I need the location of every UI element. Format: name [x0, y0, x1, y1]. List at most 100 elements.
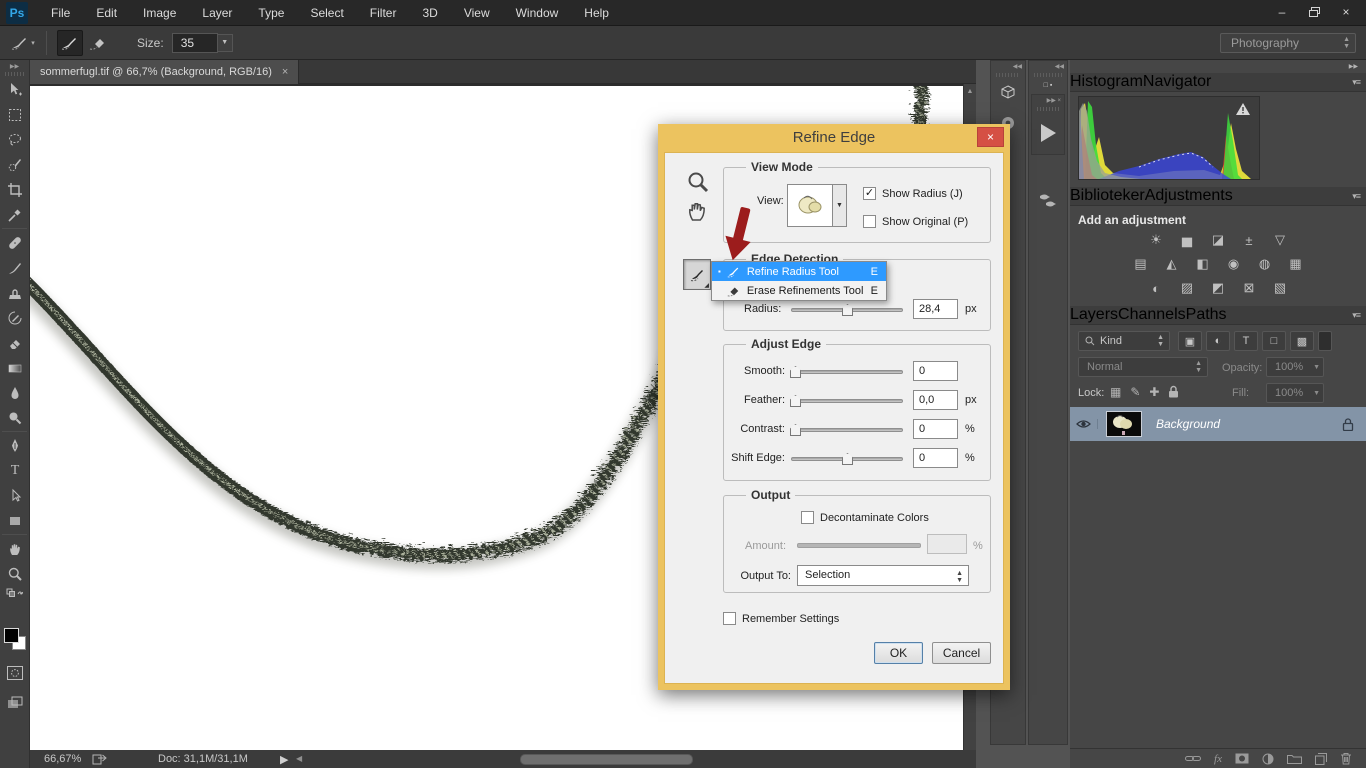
close-button[interactable]: ×: [1332, 3, 1360, 21]
brush-tool[interactable]: [0, 255, 30, 280]
histogram-warning-icon[interactable]: [1235, 102, 1251, 116]
dialog-zoom-tool-icon[interactable]: [687, 171, 709, 193]
tab-paths[interactable]: Paths: [1186, 306, 1227, 324]
eyedropper-tool[interactable]: [0, 202, 30, 227]
tab-channels[interactable]: Channels: [1118, 306, 1186, 324]
minimize-button[interactable]: –: [1268, 3, 1296, 21]
show-radius-checkbox[interactable]: ✓: [863, 187, 876, 200]
new-adjustment-layer-icon[interactable]: [1262, 753, 1274, 765]
lasso-tool[interactable]: [0, 127, 30, 152]
menu-layer[interactable]: Layer: [189, 0, 245, 26]
layer-thumbnail[interactable]: [1106, 411, 1142, 437]
decontaminate-colors-checkbox[interactable]: [801, 511, 814, 524]
opacity-dropdown[interactable]: 100% ▼: [1266, 357, 1324, 377]
brightness-contrast-icon[interactable]: ☀: [1144, 231, 1168, 249]
lock-all-icon[interactable]: [1168, 385, 1179, 399]
collapse-panels-icon[interactable]: ▶▶: [1070, 60, 1366, 73]
layer-filter-kind-dropdown[interactable]: Kind ▲▼: [1078, 331, 1170, 351]
lock-image-pixels-icon[interactable]: ✎: [1130, 385, 1140, 399]
contrast-value[interactable]: 0: [913, 419, 958, 439]
screen-mode-button[interactable]: [0, 690, 30, 715]
tab-navigator[interactable]: Navigator: [1143, 73, 1211, 91]
rectangular-marquee-tool[interactable]: [0, 102, 30, 127]
panel-menu-icon[interactable]: ▾≡: [1352, 77, 1360, 88]
clone-stamp-tool[interactable]: [0, 280, 30, 305]
layer-row-background[interactable]: Background: [1070, 407, 1366, 441]
black-white-icon[interactable]: ◧: [1191, 255, 1215, 273]
contrast-slider[interactable]: [791, 428, 903, 432]
panel-menu-icon[interactable]: ▾≡: [1352, 191, 1360, 202]
gradient-tool[interactable]: [0, 355, 30, 380]
fill-dropdown[interactable]: 100% ▼: [1266, 383, 1324, 403]
dodge-tool[interactable]: [0, 405, 30, 430]
menu-edit[interactable]: Edit: [83, 0, 130, 26]
menu-help[interactable]: Help: [571, 0, 622, 26]
dialog-hand-tool-icon[interactable]: [685, 199, 709, 223]
shift-edge-value[interactable]: 0: [913, 448, 958, 468]
feather-slider[interactable]: [791, 399, 903, 403]
output-to-dropdown[interactable]: Selection ▲▼: [797, 565, 969, 586]
zoom-tool[interactable]: [0, 561, 30, 586]
erase-refinements-tool-button[interactable]: [85, 30, 111, 56]
tool-preset-picker[interactable]: ▾: [10, 30, 36, 56]
link-layers-icon[interactable]: [1185, 754, 1201, 763]
view-thumbnail[interactable]: [787, 184, 833, 227]
tab-layers[interactable]: Layers: [1070, 306, 1118, 324]
tab-close-icon[interactable]: ×: [282, 66, 288, 78]
panel-collapse-close-icons[interactable]: ▶▶ ×: [1032, 95, 1064, 106]
tab-adjustments[interactable]: Adjustments: [1145, 187, 1233, 205]
filter-pixel-layers-icon[interactable]: ▣: [1178, 331, 1202, 351]
swap-colors-icon[interactable]: [0, 586, 30, 600]
layer-style-fx-icon[interactable]: fx: [1214, 753, 1222, 765]
posterize-icon[interactable]: ▨: [1175, 279, 1199, 297]
horizontal-scrollbar-thumb[interactable]: [520, 754, 693, 765]
menu-file[interactable]: File: [38, 0, 83, 26]
tab-biblioteker[interactable]: Biblioteker: [1070, 187, 1145, 205]
spot-healing-brush-tool[interactable]: [0, 230, 30, 255]
shift-edge-slider[interactable]: [791, 457, 903, 461]
blur-tool[interactable]: [0, 380, 30, 405]
scroll-up-icon[interactable]: ▲: [964, 84, 976, 95]
filter-shape-layers-icon[interactable]: □: [1262, 331, 1286, 351]
path-selection-tool[interactable]: [0, 483, 30, 508]
menu-window[interactable]: Window: [503, 0, 572, 26]
document-size[interactable]: Doc: 31,1M/31,1M: [158, 753, 248, 765]
delete-layer-trash-icon[interactable]: [1340, 752, 1352, 765]
remember-settings-checkbox[interactable]: [723, 612, 736, 625]
menu-image[interactable]: Image: [130, 0, 189, 26]
export-icon[interactable]: [92, 752, 107, 765]
collapse-dock-icon[interactable]: ◀◀: [1029, 61, 1067, 72]
menu-select[interactable]: Select: [297, 0, 356, 26]
color-lookup-icon[interactable]: ▦: [1284, 255, 1308, 273]
foreground-background-colors[interactable]: [4, 626, 26, 650]
radius-value[interactable]: 28,4: [913, 299, 958, 319]
brush-size-dropdown[interactable]: 35 ▼: [172, 33, 218, 53]
eraser-tool[interactable]: [0, 330, 30, 355]
curves-icon[interactable]: ◪: [1206, 231, 1230, 249]
layer-name[interactable]: Background: [1156, 417, 1220, 431]
zoom-level[interactable]: 66,67%: [44, 753, 81, 765]
filter-type-layers-icon[interactable]: T: [1234, 331, 1258, 351]
menu-item-refine-radius-tool[interactable]: ▪ Refine Radius Tool E: [712, 262, 886, 281]
levels-icon[interactable]: ▅: [1175, 231, 1199, 249]
filter-toggle-switch[interactable]: [1318, 331, 1332, 351]
lock-position-icon[interactable]: ✚: [1149, 385, 1159, 399]
refine-radius-tool-flyout-button[interactable]: ◢: [683, 259, 711, 290]
history-brush-tool[interactable]: [0, 305, 30, 330]
crop-tool[interactable]: [0, 177, 30, 202]
ok-button[interactable]: OK: [874, 642, 923, 664]
tool-presets-panel-icon[interactable]: [1029, 179, 1067, 219]
channel-mixer-icon[interactable]: ◍: [1253, 255, 1277, 273]
document-tab[interactable]: sommerfugl.tif @ 66,7% (Background, RGB/…: [30, 60, 299, 84]
move-tool[interactable]: [0, 77, 30, 102]
actions-play-icon[interactable]: [1032, 112, 1064, 154]
invert-icon[interactable]: ◐: [1144, 279, 1168, 297]
selective-color-icon[interactable]: ▧: [1268, 279, 1292, 297]
photo-filter-icon[interactable]: ◉: [1222, 255, 1246, 273]
smooth-slider[interactable]: [791, 370, 903, 374]
dialog-title[interactable]: Refine Edge: [658, 124, 1010, 152]
feather-value[interactable]: 0,0: [913, 390, 958, 410]
status-flyout-arrow-icon[interactable]: ▶: [280, 753, 288, 766]
vibrance-icon[interactable]: ▽: [1268, 231, 1292, 249]
hue-saturation-icon[interactable]: ▤: [1129, 255, 1153, 273]
